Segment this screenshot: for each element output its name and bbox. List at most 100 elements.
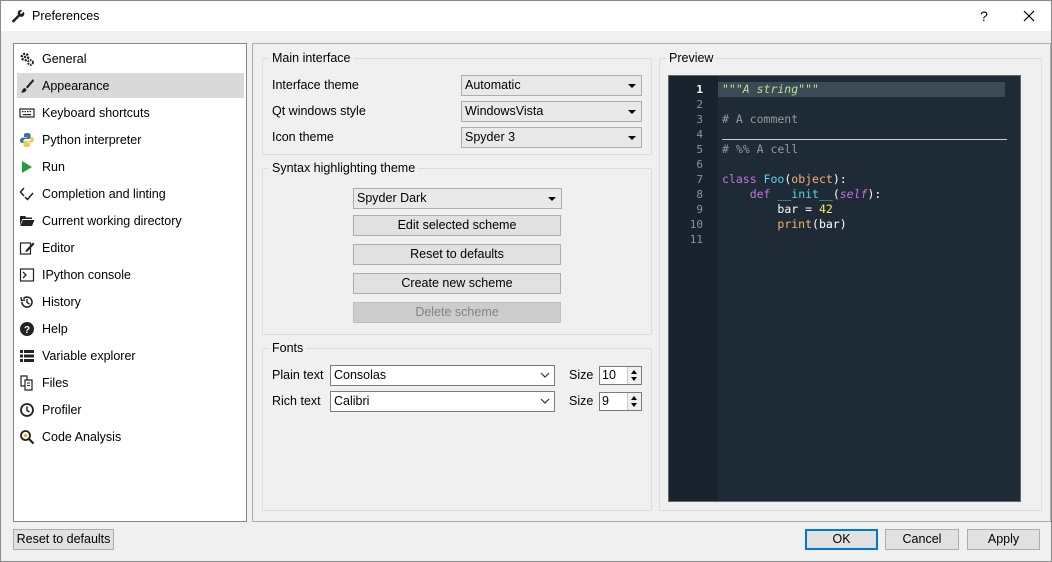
code-analysis-icon bbox=[19, 429, 35, 445]
rich-size-spinbox[interactable]: 9 bbox=[599, 392, 642, 411]
icon-theme-select[interactable]: Spyder 3 bbox=[461, 127, 642, 148]
plain-size-spinbox[interactable]: 10 bbox=[599, 366, 642, 385]
line-number: 7 bbox=[696, 173, 703, 186]
completion-icon bbox=[19, 186, 35, 202]
sidebar-item-current-working-directory[interactable]: Current working directory bbox=[17, 208, 244, 233]
rich-text-label: Rich text bbox=[272, 394, 321, 408]
sidebar-item-files[interactable]: Files bbox=[17, 370, 244, 395]
reset-scheme-button[interactable]: Reset to defaults bbox=[353, 244, 561, 265]
apply-button[interactable]: Apply bbox=[967, 529, 1040, 550]
code-line-8: def __init__(self): bbox=[722, 187, 882, 202]
sidebar-item-label: Current working directory bbox=[42, 213, 182, 228]
code-def-name: __init__ bbox=[777, 187, 833, 201]
line-number: 4 bbox=[696, 128, 703, 141]
fonts-group-label: Fonts bbox=[269, 341, 307, 355]
spin-buttons[interactable] bbox=[627, 367, 641, 384]
chevron-down-icon bbox=[540, 398, 550, 404]
play-icon bbox=[19, 159, 35, 175]
spin-up-icon bbox=[631, 396, 637, 400]
sidebar-item-general[interactable]: General bbox=[17, 46, 244, 71]
sidebar-item-completion-and-linting[interactable]: Completion and linting bbox=[17, 181, 244, 206]
line-number: 9 bbox=[696, 203, 703, 216]
icon-theme-label: Icon theme bbox=[272, 130, 334, 144]
ok-button[interactable]: OK bbox=[805, 529, 878, 550]
sidebar-item-ipython-console[interactable]: IPython console bbox=[17, 262, 244, 287]
paint-brush-icon bbox=[19, 78, 35, 94]
code-builtin: object bbox=[791, 172, 833, 186]
cell-separator bbox=[722, 139, 1007, 140]
sidebar-item-label: Completion and linting bbox=[42, 186, 166, 201]
chevron-down-icon bbox=[540, 372, 550, 378]
interface-theme-label: Interface theme bbox=[272, 78, 359, 92]
code-self: self bbox=[839, 187, 868, 201]
rich-size-label: Size bbox=[569, 394, 594, 408]
edit-scheme-button[interactable]: Edit selected scheme bbox=[353, 215, 561, 236]
line-number: 11 bbox=[689, 233, 703, 246]
history-icon bbox=[19, 294, 35, 310]
sidebar-item-run[interactable]: Run bbox=[17, 154, 244, 179]
sidebar-item-help[interactable]: ? Help bbox=[17, 316, 244, 341]
qt-style-select[interactable]: WindowsVista bbox=[461, 101, 642, 122]
edit-icon bbox=[19, 240, 35, 256]
svg-text:?: ? bbox=[24, 325, 30, 336]
sidebar-item-editor[interactable]: Editor bbox=[17, 235, 244, 260]
create-scheme-button[interactable]: Create new scheme bbox=[353, 273, 561, 294]
code-punct: ): bbox=[867, 187, 882, 201]
code-line-1: """A string""" bbox=[722, 82, 819, 97]
code-line-10: print(bar) bbox=[722, 217, 846, 232]
sidebar-item-label: Python interpreter bbox=[42, 132, 142, 147]
sidebar-item-profiler[interactable]: Profiler bbox=[17, 397, 244, 422]
interface-theme-select[interactable]: Automatic bbox=[461, 75, 642, 96]
preferences-window: Preferences ? General Appearance Keyboar… bbox=[0, 0, 1052, 562]
vertical-scrollbar[interactable] bbox=[1007, 76, 1020, 501]
code-preview-editor[interactable]: 1 2 3 4 5 6 7 8 9 10 11 """A string""" #… bbox=[668, 75, 1021, 502]
code-line-5: # %% A cell bbox=[722, 142, 798, 157]
code-comment: # A comment bbox=[722, 112, 799, 126]
sidebar-item-label: Run bbox=[42, 159, 65, 174]
plain-size-value: 10 bbox=[602, 368, 616, 382]
rich-font-select[interactable]: Calibri bbox=[330, 391, 555, 412]
plain-font-value: Consolas bbox=[334, 368, 387, 382]
plain-text-label: Plain text bbox=[272, 368, 324, 382]
plain-size-label: Size bbox=[569, 368, 594, 382]
sidebar-item-code-analysis[interactable]: Code Analysis bbox=[17, 424, 244, 449]
sidebar-item-appearance[interactable]: Appearance bbox=[17, 73, 244, 98]
sidebar-item-label: Code Analysis bbox=[42, 429, 122, 444]
line-number: 3 bbox=[696, 113, 703, 126]
dropdown-arrow-icon bbox=[628, 136, 636, 140]
code-line-3: # A comment bbox=[722, 112, 798, 127]
code-assignment: bar = bbox=[777, 202, 819, 216]
code-number: 42 bbox=[818, 202, 833, 216]
line-number: 2 bbox=[696, 98, 703, 111]
line-number: 6 bbox=[696, 158, 703, 171]
spin-buttons[interactable] bbox=[627, 393, 641, 410]
sidebar-item-history[interactable]: History bbox=[17, 289, 244, 314]
plain-font-select[interactable]: Consolas bbox=[330, 365, 555, 386]
table-list-icon bbox=[19, 348, 35, 364]
close-button[interactable] bbox=[1007, 1, 1051, 31]
sidebar-item-variable-explorer[interactable]: Variable explorer bbox=[17, 343, 244, 368]
close-icon bbox=[1023, 10, 1035, 22]
line-number: 5 bbox=[696, 143, 703, 156]
sidebar-item-python-interpreter[interactable]: Python interpreter bbox=[17, 127, 244, 152]
delete-scheme-button[interactable]: Delete scheme bbox=[353, 302, 561, 323]
sidebar-item-label: IPython console bbox=[42, 267, 131, 282]
files-icon bbox=[19, 374, 35, 391]
spin-down-icon bbox=[631, 377, 637, 381]
sidebar-item-keyboard-shortcuts[interactable]: Keyboard shortcuts bbox=[17, 100, 244, 125]
qt-style-value: WindowsVista bbox=[465, 104, 544, 118]
title-bar: Preferences ? bbox=[1, 1, 1051, 31]
sidebar-item-label: Help bbox=[42, 321, 68, 336]
syntax-scheme-select[interactable]: Spyder Dark bbox=[353, 188, 562, 209]
qt-style-label: Qt windows style bbox=[272, 104, 366, 118]
help-button[interactable]: ? bbox=[967, 1, 1001, 31]
sections-list: General Appearance Keyboard shortcuts Py… bbox=[13, 43, 247, 522]
cancel-button[interactable]: Cancel bbox=[885, 529, 959, 550]
rich-size-value: 9 bbox=[602, 394, 609, 408]
dropdown-arrow-icon bbox=[628, 84, 636, 88]
code-line-7: class Foo(object): bbox=[722, 172, 847, 187]
code-class-name: Foo bbox=[763, 172, 785, 186]
sidebar-item-label: Appearance bbox=[42, 78, 110, 93]
reset-to-defaults-button[interactable]: Reset to defaults bbox=[13, 529, 114, 550]
terminal-icon bbox=[19, 267, 35, 283]
